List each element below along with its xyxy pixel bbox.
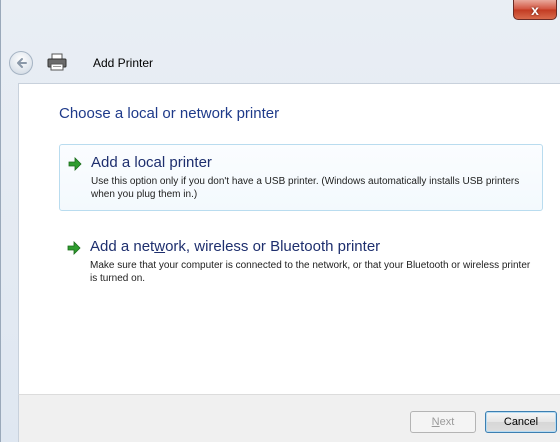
navigation-bar: Add Printer [1, 46, 560, 76]
green-arrow-icon [68, 157, 82, 171]
back-arrow-icon [17, 58, 27, 68]
add-local-printer-option[interactable]: Add a local printer Use this option only… [59, 144, 543, 211]
option-description: Use this option only if you don't have a… [91, 176, 520, 200]
next-access-key: N [431, 416, 440, 428]
option-title-start: Add a net [90, 238, 155, 255]
next-label: ext [439, 416, 455, 428]
wizard-footer: Next Cancel [18, 394, 560, 442]
option-title-end: ork, wireless or Bluetooth printer [165, 238, 381, 255]
wizard-title: Add Printer [93, 56, 154, 70]
add-printer-window: x Add Printer Choose a local or network … [0, 0, 560, 442]
page-heading: Choose a local or network printer [59, 105, 280, 122]
cancel-button[interactable]: Cancel [485, 411, 557, 433]
option-description: Make sure that your computer is connecte… [90, 260, 531, 284]
green-arrow-icon [67, 241, 81, 255]
option-title: Add a local printer [91, 154, 212, 171]
title-bar: x [1, 0, 560, 36]
next-button[interactable]: Next [410, 411, 476, 433]
close-icon: x [531, 1, 539, 18]
back-button[interactable] [9, 51, 33, 75]
access-key: w [154, 238, 166, 255]
option-title: Add a network, wireless or Bluetooth pri… [90, 238, 380, 255]
close-button[interactable]: x [513, 0, 557, 20]
add-network-printer-option[interactable]: Add a network, wireless or Bluetooth pri… [59, 229, 543, 303]
wizard-content: Choose a local or network printer Add a … [18, 83, 560, 394]
printer-icon [47, 53, 67, 71]
